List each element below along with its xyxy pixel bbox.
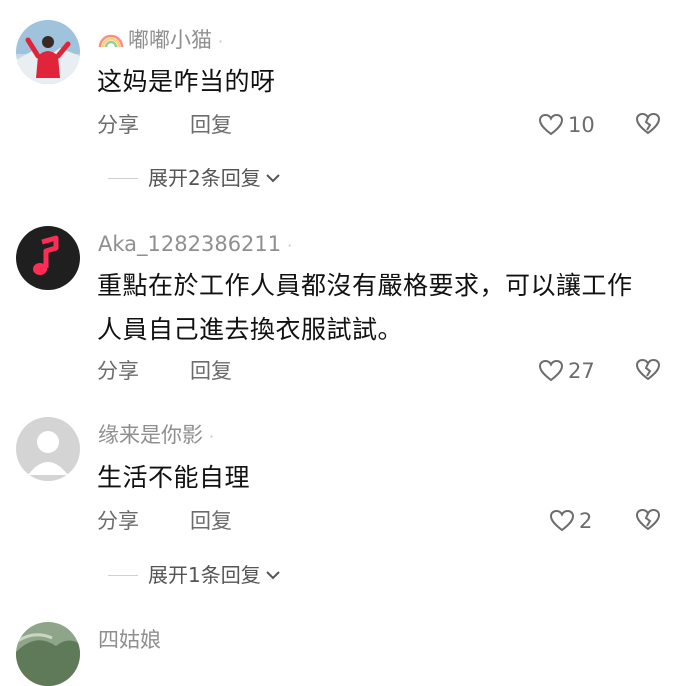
comment-actions: 分享 回复 27: [97, 356, 667, 386]
username[interactable]: Aka_1282386211 ·: [98, 232, 292, 258]
username-text: 四姑娘: [98, 628, 161, 652]
username[interactable]: 嘟嘟小猫 ·: [98, 28, 223, 54]
comment-line: 生活不能自理: [97, 463, 251, 492]
username-dot: ·: [218, 32, 224, 51]
username-dot: ·: [209, 427, 215, 446]
expand-replies-button[interactable]: 展开1条回复: [108, 560, 281, 590]
comment-text: 重點在於工作人員都沒有嚴格要求，可以讓工作 人員自己進去換衣服試試。: [97, 264, 677, 352]
chevron-down-icon: [265, 566, 281, 585]
share-button[interactable]: 分享: [97, 110, 139, 140]
like-count: 2: [579, 509, 593, 533]
dislike-button[interactable]: [635, 112, 661, 140]
comment-text: 生活不能自理: [97, 456, 677, 500]
share-button[interactable]: 分享: [97, 506, 139, 536]
comment-line: 人員自己進去換衣服試試。: [97, 315, 404, 344]
reply-button[interactable]: 回复: [190, 356, 232, 386]
username-text: 缘来是你影: [98, 423, 203, 447]
expand-replies-label: 展开2条回复: [148, 166, 261, 190]
heart-outline-icon: [538, 113, 564, 136]
like-count: 10: [568, 113, 595, 137]
expand-divider: [108, 177, 138, 179]
comment-text: 这妈是咋当的呀: [97, 60, 677, 104]
avatar[interactable]: [16, 20, 80, 84]
comment-actions: 分享 回复 2: [97, 506, 667, 536]
broken-heart-icon: [635, 112, 661, 135]
comment-actions: 分享 回复 10: [97, 110, 667, 140]
expand-replies-button[interactable]: 展开2条回复: [108, 163, 281, 193]
share-button[interactable]: 分享: [97, 356, 139, 386]
dislike-button[interactable]: [635, 358, 661, 386]
like-button[interactable]: 10: [538, 110, 595, 140]
like-count: 27: [568, 359, 595, 383]
like-button[interactable]: 2: [549, 506, 592, 536]
reply-button[interactable]: 回复: [190, 506, 232, 536]
reply-button[interactable]: 回复: [190, 110, 232, 140]
heart-outline-icon: [549, 509, 575, 532]
username-text: 嘟嘟小猫: [128, 28, 212, 52]
avatar[interactable]: [16, 226, 80, 290]
avatar[interactable]: [16, 417, 80, 481]
expand-replies-label: 展开1条回复: [148, 563, 261, 587]
like-button[interactable]: 27: [538, 356, 595, 386]
heart-outline-icon: [538, 359, 564, 382]
avatar[interactable]: [16, 622, 80, 686]
comment-line: 这妈是咋当的呀: [97, 67, 276, 96]
username-text: Aka_1282386211: [98, 232, 282, 256]
rainbow-icon: [98, 29, 124, 54]
dislike-button[interactable]: [635, 508, 661, 536]
broken-heart-icon: [635, 508, 661, 531]
username[interactable]: 四姑娘: [98, 628, 161, 652]
comment-line: 重點在於工作人員都沒有嚴格要求，可以讓工作: [97, 271, 633, 300]
broken-heart-icon: [635, 358, 661, 381]
expand-divider: [108, 574, 138, 576]
username[interactable]: 缘来是你影 ·: [98, 423, 214, 449]
username-dot: ·: [287, 236, 293, 255]
chevron-down-icon: [265, 169, 281, 188]
